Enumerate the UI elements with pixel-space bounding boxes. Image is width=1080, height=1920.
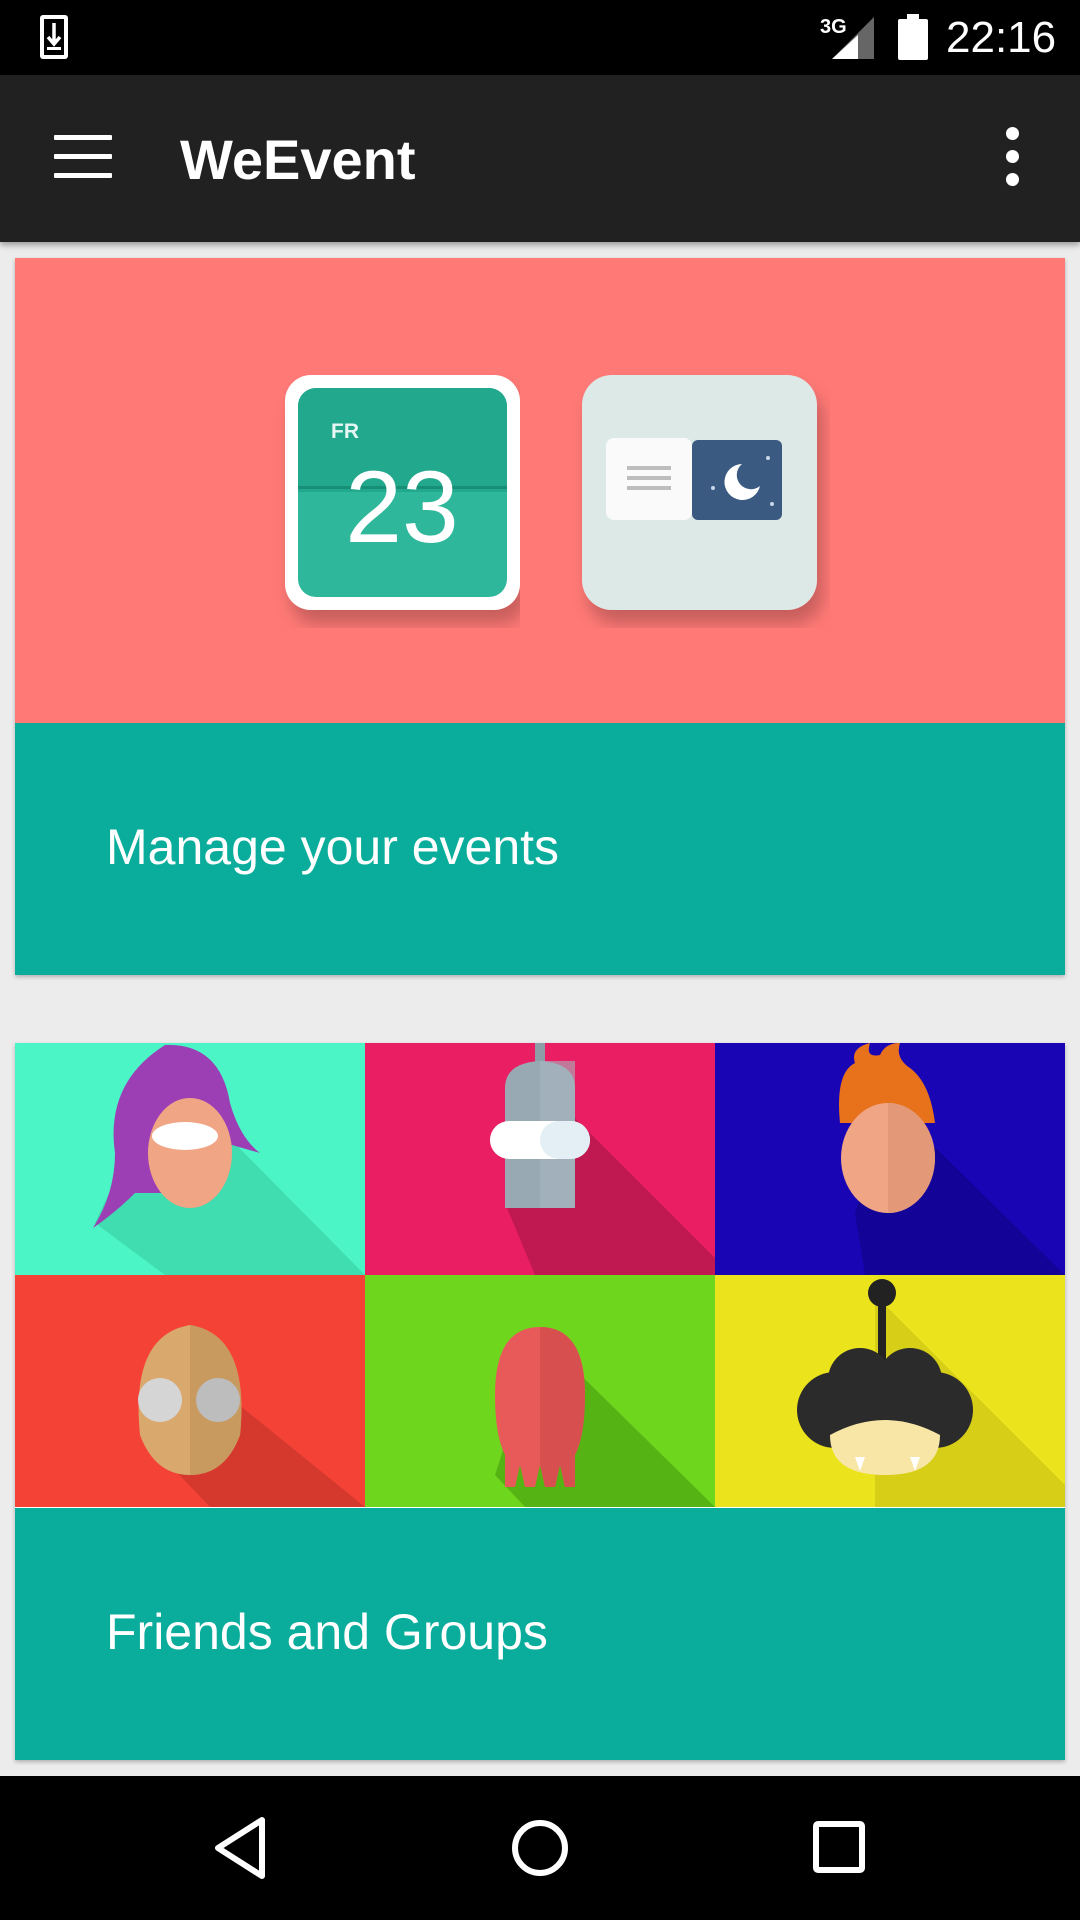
events-illustration: FR 23	[15, 258, 1065, 723]
signal-icon: 3G	[820, 16, 874, 59]
hamburger-menu-icon[interactable]	[54, 135, 112, 179]
avatar-purple-hair-icon	[15, 1043, 365, 1275]
friends-groups-label: Friends and Groups	[106, 1604, 548, 1660]
more-vertical-icon[interactable]	[998, 127, 1028, 187]
avatar-goggles-icon	[15, 1275, 365, 1507]
friends-groups-label-area: Friends and Groups	[15, 1508, 1065, 1760]
friends-groups-card[interactable]: Friends and Groups	[15, 1043, 1065, 1760]
calendar-icon: FR 23	[285, 375, 520, 610]
navigation-bar	[0, 1776, 1080, 1920]
manage-events-label: Manage your events	[106, 819, 560, 875]
avatar-orange-hair-icon	[715, 1043, 1065, 1275]
recents-icon[interactable]	[798, 1806, 882, 1890]
home-icon[interactable]	[498, 1806, 582, 1890]
avatar-tentacle-icon	[365, 1275, 715, 1507]
avatar-robot-icon	[365, 1043, 715, 1275]
battery-icon	[898, 14, 928, 60]
back-icon[interactable]	[198, 1806, 282, 1890]
friends-avatar-grid	[15, 1043, 1065, 1508]
app-bar: WeEvent	[0, 75, 1080, 242]
manage-events-label-area: Manage your events	[15, 723, 1065, 975]
avatar-alien-icon	[715, 1275, 1065, 1507]
status-time: 22:16	[946, 13, 1057, 62]
network-type-label: 3G	[820, 16, 847, 38]
calendar-day-label: FR	[331, 420, 359, 443]
download-icon	[40, 15, 68, 59]
calendar-date-label: 23	[345, 450, 458, 564]
app-title: WeEvent	[180, 128, 416, 191]
night-mode-toggle-icon	[582, 375, 817, 610]
manage-events-card[interactable]: FR 23 Manage your events	[15, 258, 1065, 975]
status-bar: 3G 22:16	[0, 0, 1080, 75]
